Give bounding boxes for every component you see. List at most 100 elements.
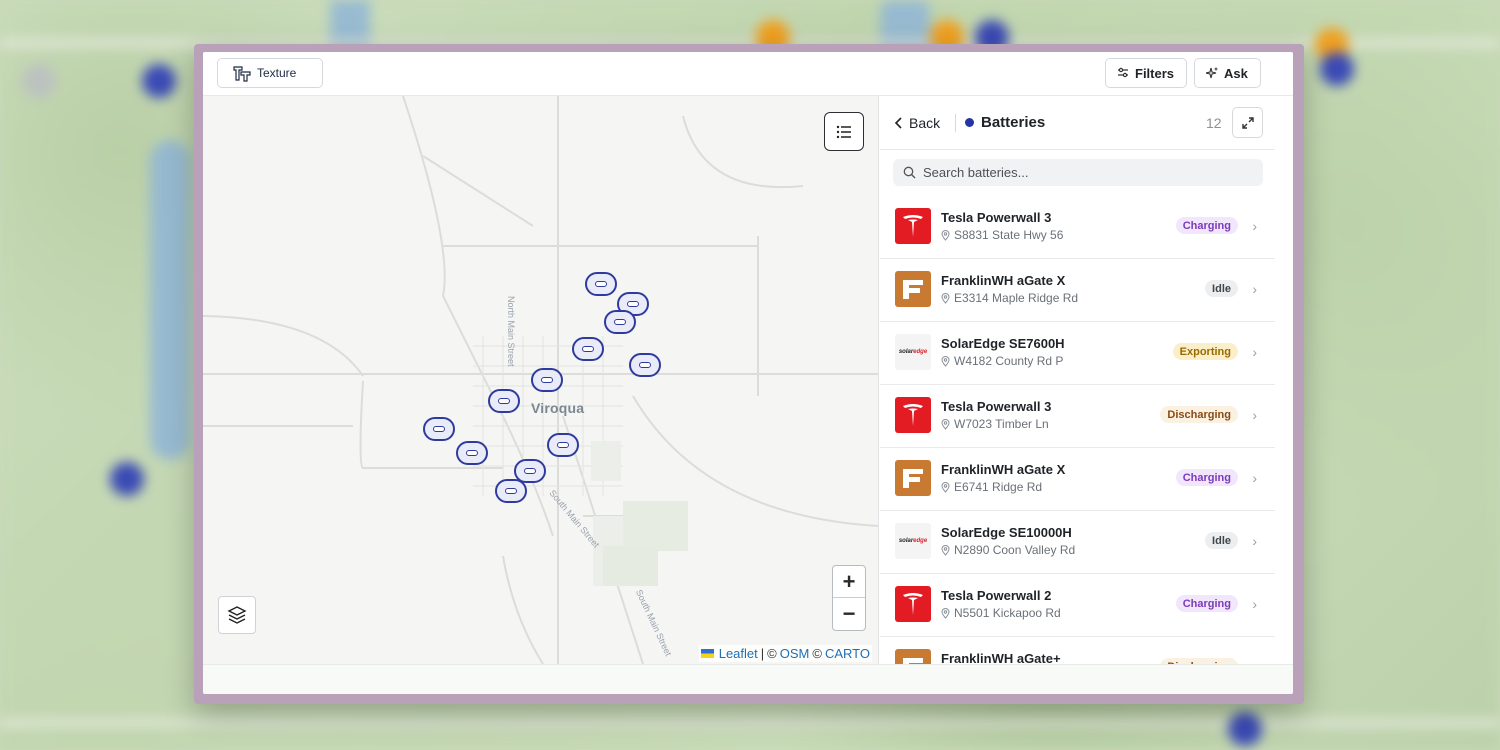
- chevron-right-icon: ›: [1252, 533, 1257, 549]
- address-text: N2890 Coon Valley Rd: [954, 543, 1076, 557]
- battery-icon: [557, 442, 569, 448]
- battery-marker[interactable]: [604, 310, 636, 334]
- category-dot: [965, 118, 974, 127]
- battery-list-item[interactable]: Tesla Powerwall 3 S8831 State Hwy 56 Cha…: [880, 196, 1275, 259]
- battery-icon: [627, 301, 639, 307]
- battery-list-item[interactable]: solaredge SolarEdge SE10000H N2890 Coon …: [880, 511, 1275, 574]
- battery-address: E6741 Ridge Rd: [941, 480, 1042, 494]
- battery-address: W7023 Timber Ln: [941, 417, 1049, 431]
- battery-icon: [595, 281, 607, 287]
- battery-marker[interactable]: [488, 389, 520, 413]
- battery-name: Tesla Powerwall 3: [941, 210, 1052, 225]
- battery-address: S8831 State Hwy 56: [941, 228, 1063, 242]
- chevron-right-icon: ›: [1252, 470, 1257, 486]
- battery-address: E3314 Maple Ridge Rd: [941, 291, 1078, 305]
- search-box: [893, 159, 1263, 186]
- result-count: 12: [1206, 115, 1222, 131]
- address-text: N5501 Kickapoo Rd: [954, 606, 1061, 620]
- search-icon: [903, 166, 916, 179]
- battery-name: FranklinWH aGate X: [941, 462, 1066, 477]
- leaflet-link[interactable]: Leaflet: [719, 646, 758, 661]
- list-view-toggle[interactable]: [824, 112, 864, 151]
- zoom-out-button[interactable]: −: [833, 598, 865, 630]
- battery-icon: [433, 426, 445, 432]
- ask-label: Ask: [1224, 65, 1248, 81]
- address-text: W4182 County Rd P: [954, 354, 1064, 368]
- franklinwh-logo-icon: [895, 649, 931, 664]
- zoom-control: + −: [832, 565, 866, 631]
- battery-marker[interactable]: [495, 479, 527, 503]
- status-badge: Charging: [1175, 595, 1238, 612]
- solaredge-logo-icon: solaredge: [895, 334, 931, 370]
- ukraine-flag-icon: [700, 649, 714, 658]
- ask-button[interactable]: Ask: [1194, 58, 1261, 88]
- battery-address: N2890 Coon Valley Rd: [941, 543, 1075, 557]
- carto-link[interactable]: CARTO: [825, 646, 870, 661]
- bottom-strip: [203, 664, 1293, 694]
- battery-icon: [524, 468, 536, 474]
- chevron-right-icon: ›: [1252, 344, 1257, 360]
- battery-marker[interactable]: [572, 337, 604, 361]
- batteries-panel: Back Batteries 12 Search batteries... Te…: [880, 96, 1275, 664]
- battery-name: Tesla Powerwall 3: [941, 399, 1052, 414]
- battery-list-item[interactable]: FranklinWH aGate X E6741 Ridge Rd Chargi…: [880, 448, 1275, 511]
- battery-list-item[interactable]: solaredge SolarEdge SE7600H W4182 County…: [880, 322, 1275, 385]
- address-text: W7023 Timber Ln: [954, 417, 1049, 431]
- texture-logo-button[interactable]: Texture: [217, 58, 323, 88]
- filters-label: Filters: [1135, 65, 1175, 81]
- tesla-logo-icon: [895, 397, 931, 433]
- chevron-right-icon: ›: [1252, 281, 1257, 297]
- battery-name: Tesla Powerwall 2: [941, 588, 1052, 603]
- battery-marker[interactable]: [629, 353, 661, 377]
- battery-icon: [639, 362, 651, 368]
- layers-icon: [227, 606, 247, 624]
- location-pin-icon: [941, 481, 950, 493]
- search-input[interactable]: [923, 165, 1243, 180]
- battery-list-item[interactable]: FranklinWH aGate+ Discharging ›: [880, 637, 1275, 664]
- status-badge: Exporting: [1172, 343, 1238, 360]
- app-container: Texture Filters Ask North Main Street So…: [203, 52, 1293, 694]
- battery-list-item[interactable]: FranklinWH aGate X E3314 Maple Ridge Rd …: [880, 259, 1275, 322]
- map-attribution: Leaflet | © OSM © CARTO: [698, 645, 872, 662]
- panel-header: Back Batteries 12: [880, 96, 1275, 150]
- copyright-symbol: ©: [767, 646, 777, 661]
- back-label: Back: [909, 115, 941, 131]
- chevron-right-icon: ›: [1252, 407, 1257, 423]
- battery-marker[interactable]: [547, 433, 579, 457]
- back-button[interactable]: Back: [894, 115, 940, 131]
- battery-marker[interactable]: [423, 417, 455, 441]
- address-text: E6741 Ridge Rd: [954, 480, 1043, 494]
- franklinwh-logo-icon: [895, 271, 931, 307]
- location-pin-icon: [941, 544, 950, 556]
- solaredge-logo-icon: solaredge: [895, 523, 931, 559]
- chevron-right-icon: ›: [1252, 218, 1257, 234]
- battery-marker[interactable]: [585, 272, 617, 296]
- layers-button[interactable]: [218, 596, 256, 634]
- tesla-logo-icon: [895, 208, 931, 244]
- panel-title: Batteries: [981, 114, 1046, 131]
- map-view[interactable]: North Main Street South Main Street Sout…: [203, 96, 879, 664]
- attribution-separator: |: [760, 646, 765, 661]
- battery-icon: [505, 488, 517, 494]
- header-divider: [955, 114, 956, 132]
- status-badge: Charging: [1175, 217, 1238, 234]
- filters-button[interactable]: Filters: [1105, 58, 1187, 88]
- sliders-icon: [1118, 67, 1128, 78]
- chevron-right-icon: ›: [1252, 596, 1257, 612]
- battery-marker[interactable]: [531, 368, 563, 392]
- battery-name: SolarEdge SE10000H: [941, 525, 1072, 540]
- battery-list-item[interactable]: Tesla Powerwall 2 N5501 Kickapoo Rd Char…: [880, 574, 1275, 637]
- battery-list: Tesla Powerwall 3 S8831 State Hwy 56 Cha…: [880, 196, 1275, 664]
- expand-button[interactable]: [1232, 107, 1263, 138]
- battery-list-item[interactable]: Tesla Powerwall 3 W7023 Timber Ln Discha…: [880, 385, 1275, 448]
- address-text: E3314 Maple Ridge Rd: [954, 291, 1079, 305]
- battery-address: N5501 Kickapoo Rd: [941, 606, 1061, 620]
- battery-icon: [541, 377, 553, 383]
- status-badge: Discharging: [1160, 406, 1238, 423]
- zoom-in-button[interactable]: +: [833, 566, 865, 598]
- location-pin-icon: [941, 229, 950, 241]
- battery-name: FranklinWH aGate+: [941, 651, 1061, 664]
- chevron-left-icon: [894, 117, 902, 129]
- osm-link[interactable]: OSM: [780, 646, 810, 661]
- battery-marker[interactable]: [456, 441, 488, 465]
